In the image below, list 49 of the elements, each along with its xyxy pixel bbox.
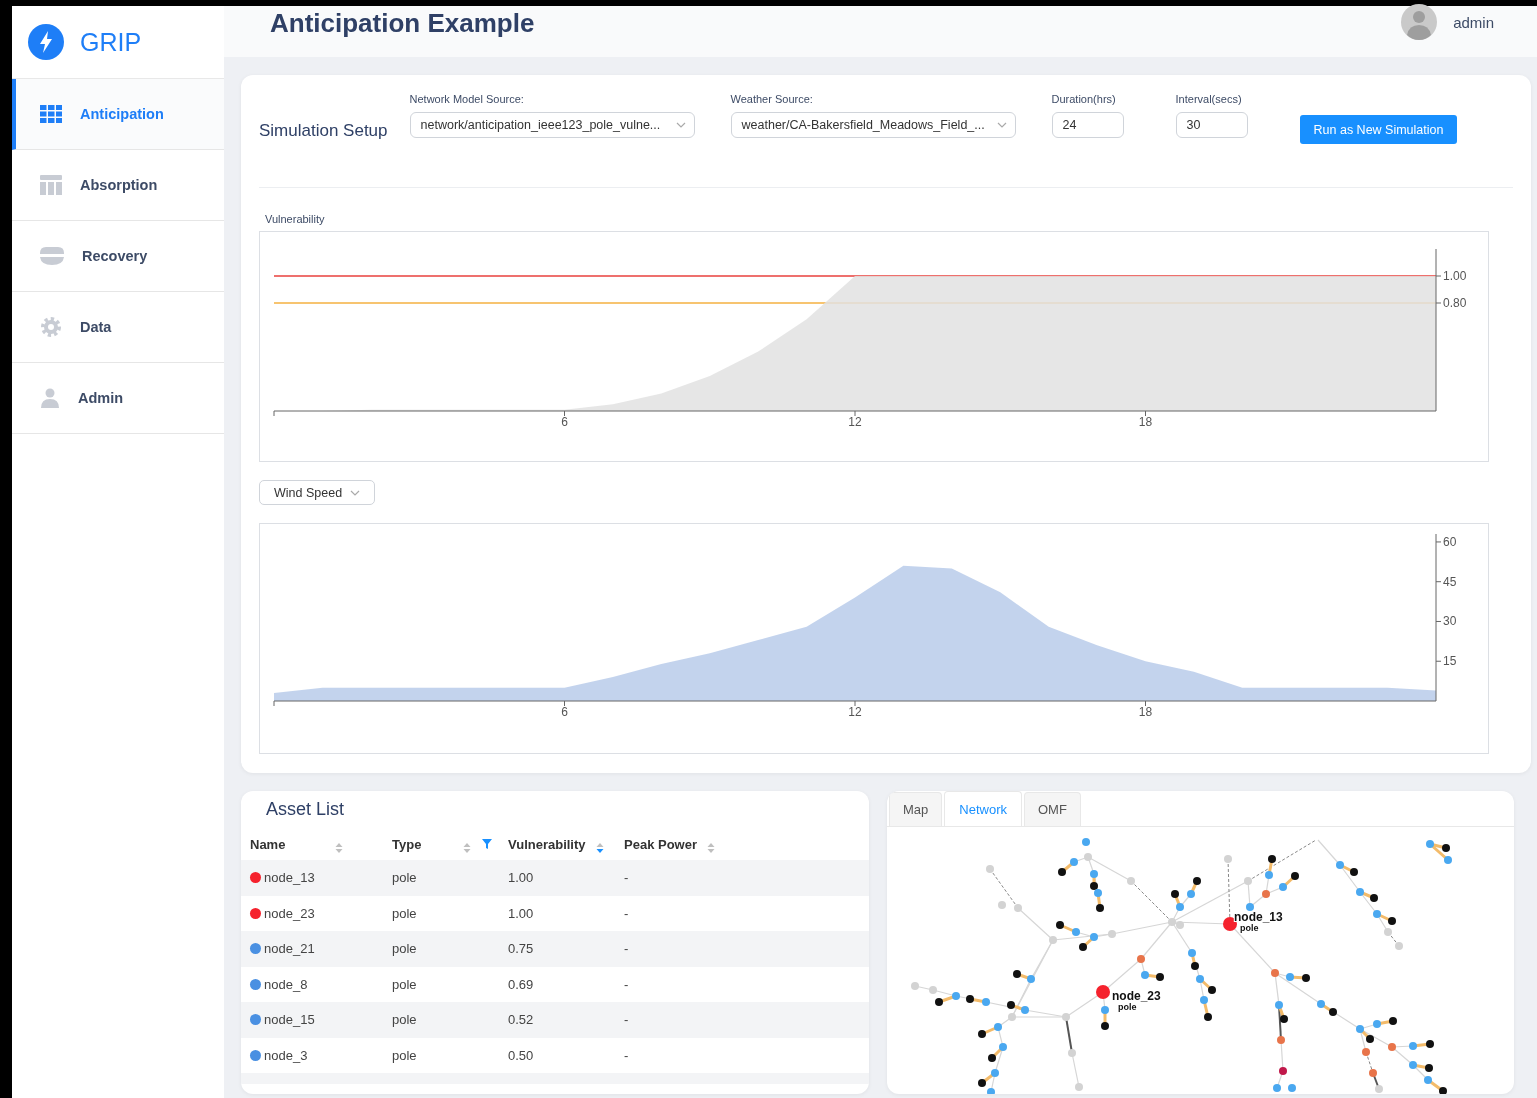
axis-label: 60 (1443, 534, 1457, 549)
table-cell: 0.69 (508, 976, 534, 992)
table-cell: pole (392, 976, 417, 992)
table-cell: - (624, 941, 629, 957)
table-cell: pole (392, 905, 417, 921)
node-type-label: pole (1118, 1002, 1137, 1012)
app-name: GRIP (80, 27, 142, 57)
axis-label: 6 (561, 705, 568, 719)
node-type-label: pole (1240, 923, 1259, 933)
axis-label: 6 (561, 415, 568, 429)
axis-label: 15 (1443, 654, 1457, 669)
table-cell: 0.50 (508, 1047, 534, 1063)
axis-label: 1.00 (1443, 269, 1467, 283)
table-cell: - (624, 870, 629, 886)
table-cell: - (624, 905, 629, 921)
table-cell: - (624, 1012, 629, 1028)
table-cell: 1.00 (508, 870, 534, 886)
section-title: Simulation Setup (259, 121, 388, 141)
node-label: node_23 (1112, 989, 1161, 1003)
field-label: Duration(hrs) (1051, 93, 1117, 105)
table-cell: node_13 (264, 870, 315, 886)
chart-title: Vulnerability (265, 213, 326, 225)
node-label: node_13 (1234, 910, 1283, 924)
table-cell: pole (392, 1012, 417, 1028)
table-cell: 0.75 (508, 941, 534, 957)
axis-label: 18 (1138, 415, 1153, 429)
axis-label: 12 (848, 415, 862, 429)
table-cell: 0.52 (508, 1012, 534, 1028)
table-cell: - (624, 1047, 629, 1063)
axis-label: 12 (848, 705, 862, 719)
table-cell: pole (392, 1047, 417, 1063)
section-title: Asset List (265, 798, 346, 821)
table-cell: pole (392, 870, 417, 886)
table-cell: - (624, 976, 629, 992)
axis-label: 45 (1443, 574, 1457, 589)
page-title: Anticipation Example (270, 8, 536, 39)
table-cell: pole (392, 941, 417, 957)
table-cell: node_8 (264, 976, 308, 992)
field-label: Weather Source: (730, 93, 814, 105)
axis-label: 18 (1138, 705, 1153, 719)
field-label: Interval(secs) (1175, 93, 1243, 105)
table-cell: node_3 (264, 1047, 308, 1063)
table-cell: node_15 (264, 1012, 315, 1028)
field-label: Network Model Source: (409, 93, 525, 105)
axis-label: 0.80 (1443, 296, 1467, 310)
table-cell: 1.00 (508, 905, 534, 921)
axis-label: 30 (1443, 614, 1457, 629)
table-cell: node_23 (264, 905, 315, 921)
table-cell: node_21 (264, 941, 315, 957)
